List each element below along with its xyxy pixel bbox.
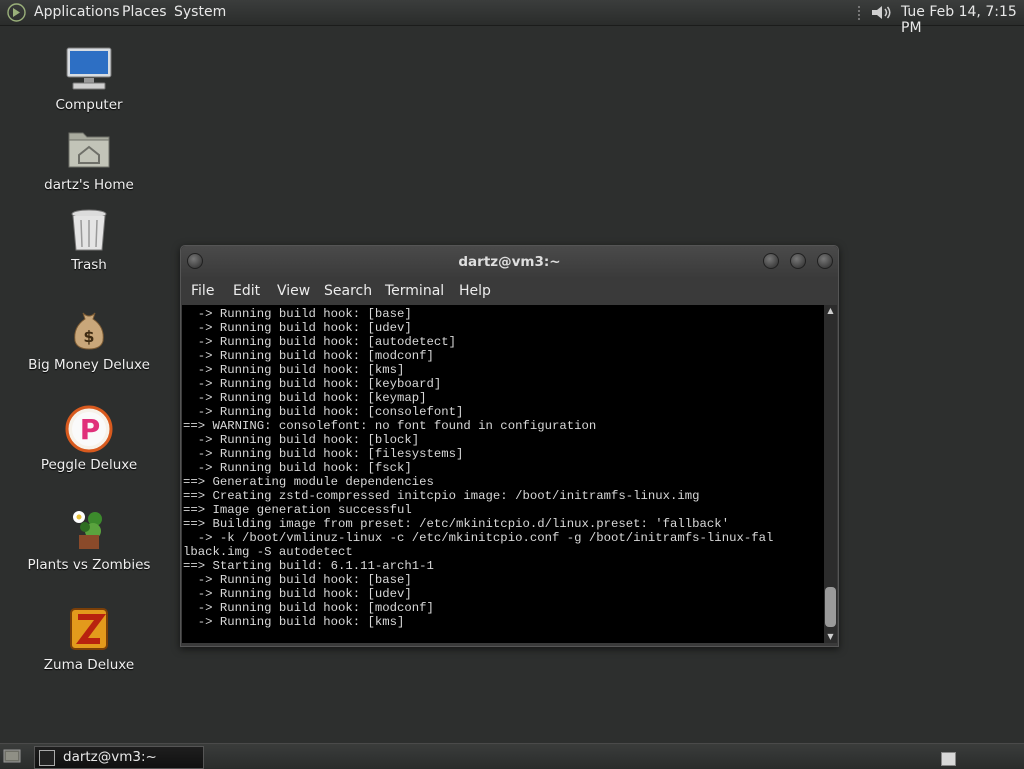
volume-icon[interactable]	[869, 3, 893, 22]
terminal-line: -> Running build hook: [modconf]	[183, 601, 434, 615]
terminal-line: -> Running build hook: [filesystems]	[183, 447, 464, 461]
terminal-output[interactable]: -> Running build hook: [base] -> Running…	[182, 305, 824, 643]
menu-file[interactable]: File	[191, 283, 214, 299]
menu-applications[interactable]: Applications	[34, 4, 120, 20]
menu-system[interactable]: System	[174, 4, 226, 20]
terminal-line: -> Running build hook: [keyboard]	[183, 377, 442, 391]
terminal-line: -> Running build hook: [modconf]	[183, 349, 434, 363]
desktop-icon-label: Big Money Deluxe	[28, 357, 150, 373]
panel-handle-icon	[858, 6, 860, 20]
window-title: dartz@vm3:~	[458, 254, 561, 270]
menu-logo-icon[interactable]	[7, 3, 26, 22]
terminal-line: ==> WARNING: consolefont: no font found …	[183, 419, 597, 433]
bottom-panel: dartz@vm3:~	[0, 743, 1024, 769]
desktop-icon-big-money[interactable]: $ Big Money Deluxe	[18, 305, 160, 373]
terminal-menubar: File Edit View Search Terminal Help	[181, 277, 838, 305]
computer-icon	[66, 47, 112, 90]
clock[interactable]: Tue Feb 14, 7:15 PM	[901, 4, 1024, 36]
close-button[interactable]	[817, 253, 833, 269]
show-desktop-icon[interactable]	[3, 748, 21, 764]
money-bag-icon: $	[74, 312, 104, 350]
menu-search[interactable]: Search	[324, 283, 372, 299]
terminal-line: -> Running build hook: [block]	[183, 433, 420, 447]
terminal-line: -> Running build hook: [udev]	[183, 321, 412, 335]
plants-vs-zombies-icon	[73, 511, 102, 549]
terminal-line: -> Running build hook: [udev]	[183, 587, 412, 601]
terminal-line: ==> Creating zstd-compressed initcpio im…	[183, 489, 700, 503]
terminal-line: ==> Building image from preset: /etc/mki…	[183, 517, 730, 531]
terminal-line: -> Running build hook: [kms]	[183, 615, 405, 629]
desktop-icon-zuma[interactable]: Zuma Deluxe	[18, 605, 160, 673]
menu-terminal[interactable]: Terminal	[385, 283, 444, 299]
desktop-icon-peggle[interactable]: P Peggle Deluxe	[18, 405, 160, 473]
menu-edit[interactable]: Edit	[233, 283, 260, 299]
desktop-icon-label: Computer	[55, 97, 123, 113]
menu-places[interactable]: Places	[122, 4, 167, 20]
terminal-line: ==> Image generation successful	[183, 503, 412, 517]
scrollbar[interactable]: ▲ ▼	[824, 305, 837, 643]
terminal-line: -> Running build hook: [autodetect]	[183, 335, 457, 349]
minimize-button[interactable]	[763, 253, 779, 269]
terminal-line: -> Running build hook: [keymap]	[183, 391, 427, 405]
taskbar-label: dartz@vm3:~	[63, 749, 157, 765]
terminal-line: -> Running build hook: [consolefont]	[183, 405, 464, 419]
menu-view[interactable]: View	[277, 283, 310, 299]
svg-text:P: P	[80, 413, 101, 446]
terminal-window[interactable]: dartz@vm3:~ File Edit View Search Termin…	[180, 245, 839, 647]
workspace-switcher[interactable]	[941, 752, 956, 766]
desktop-icon-label: Zuma Deluxe	[43, 657, 135, 673]
svg-text:$: $	[83, 327, 94, 346]
terminal-line: ==> Starting build: 6.1.11-arch1-1	[183, 559, 434, 573]
terminal-line: -> Running build hook: [base]	[183, 573, 412, 587]
title-bar[interactable]: dartz@vm3:~	[181, 246, 838, 277]
desktop-icon-trash[interactable]: Trash	[18, 205, 160, 273]
zuma-icon	[70, 608, 108, 650]
peggle-icon: P	[65, 405, 113, 453]
trash-icon	[71, 209, 107, 251]
desktop-icon-label: dartz's Home	[44, 177, 134, 193]
top-panel: Applications Places System Tue Feb 14, 7…	[0, 0, 1024, 36]
desktop-icon-label: Plants vs Zombies	[27, 557, 151, 573]
terminal-text: -> Running build hook: [base] -> Running…	[182, 305, 824, 629]
scroll-down-icon[interactable]: ▼	[824, 631, 837, 643]
desktop-icon-computer[interactable]: Computer	[18, 45, 160, 113]
desktop-icon-label: Peggle Deluxe	[40, 457, 138, 473]
desktop-icon-home[interactable]: dartz's Home	[18, 125, 160, 193]
desktop-icon-plants-vs-zombies[interactable]: Plants vs Zombies	[18, 505, 160, 573]
terminal-icon	[39, 750, 55, 766]
maximize-button[interactable]	[790, 253, 806, 269]
scrollbar-thumb[interactable]	[825, 587, 836, 627]
home-folder-icon	[68, 132, 110, 168]
scroll-up-icon[interactable]: ▲	[824, 305, 837, 317]
terminal-line: -> Running build hook: [fsck]	[183, 461, 412, 475]
menu-help[interactable]: Help	[459, 283, 491, 299]
terminal-line: -> Running build hook: [kms]	[183, 363, 405, 377]
terminal-line: -> -k /boot/vmlinuz-linux -c /etc/mkinit…	[183, 531, 774, 545]
terminal-line: lback.img -S autodetect	[183, 545, 353, 559]
terminal-line: -> Running build hook: [base]	[183, 307, 412, 321]
desktop-icon-label: Trash	[71, 257, 107, 273]
terminal-line: ==> Generating module dependencies	[183, 475, 434, 489]
taskbar-terminal-button[interactable]: dartz@vm3:~	[34, 746, 204, 769]
